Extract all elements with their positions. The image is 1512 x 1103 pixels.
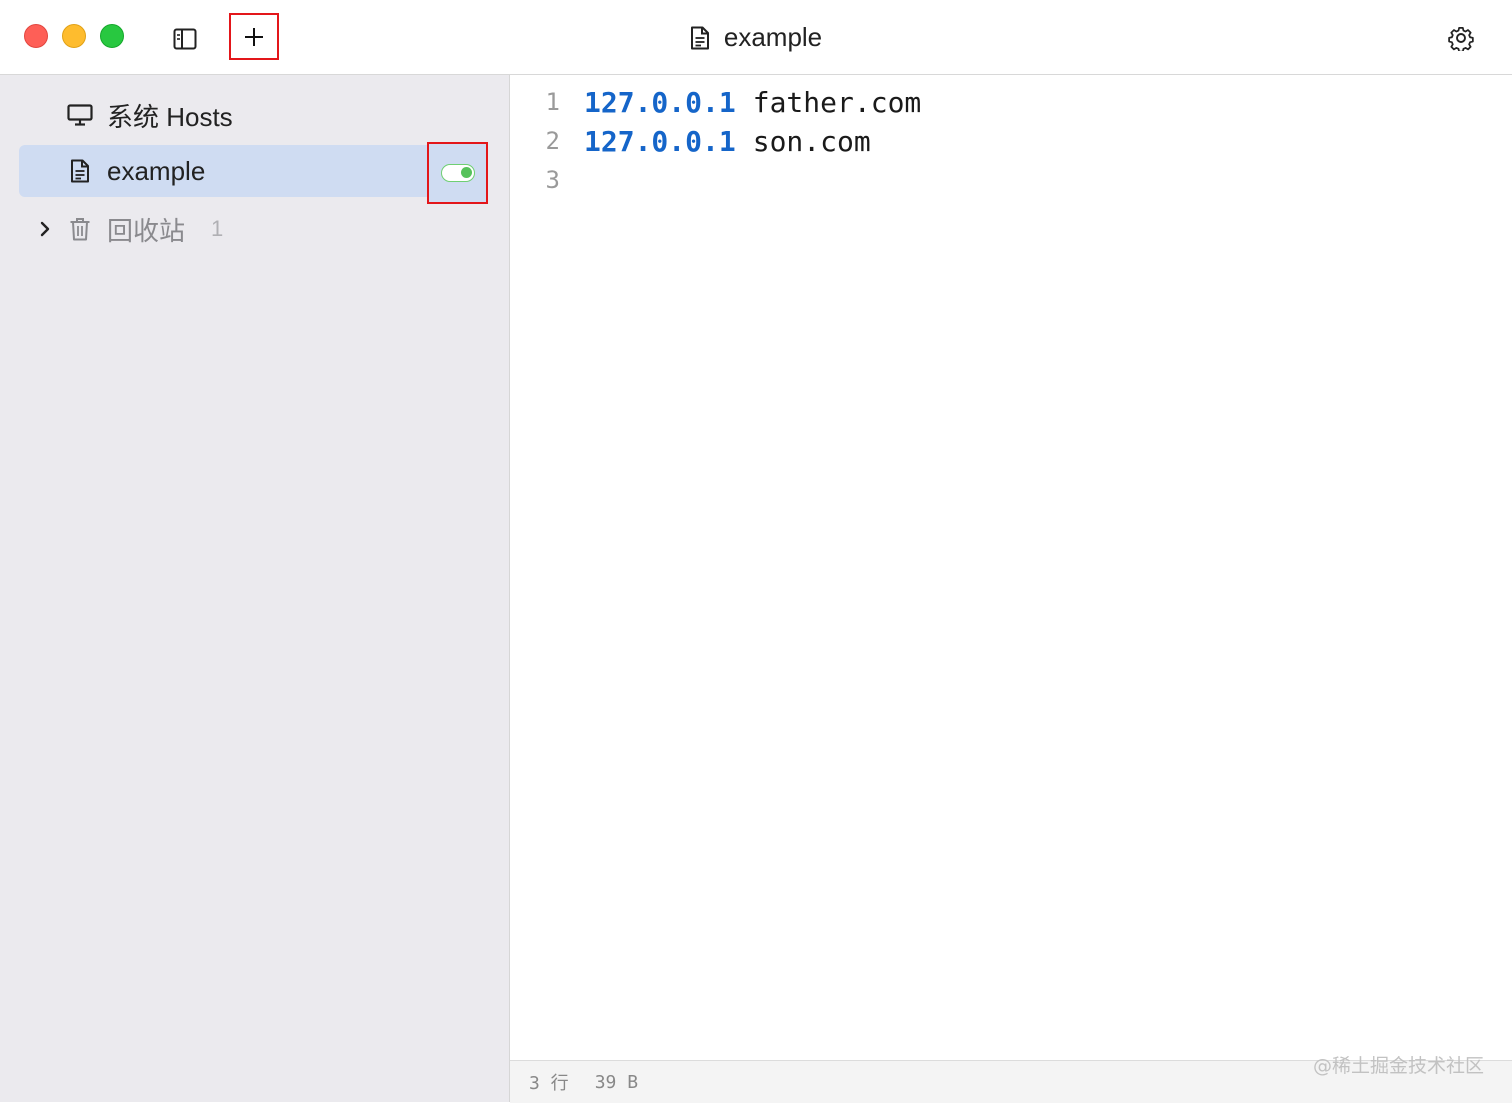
window-title-text: example [723,22,823,52]
settings-button[interactable] [1446,23,1476,53]
sidebar-item-example[interactable]: example [19,145,427,197]
sidebar-item-label: 回收站 [107,215,186,246]
line-number: 2 [545,127,560,155]
file-size: 39 B [594,1071,639,1093]
line-number: 3 [545,166,560,194]
document-icon [690,26,709,49]
enable-toggle[interactable] [440,164,475,182]
hostname: father.com [752,85,922,119]
watermark: @稀土掘金技术社区 [1312,1055,1484,1077]
sidebar-item-label: 系统 Hosts [107,101,233,132]
example-toggle-highlight [427,142,488,204]
monitor-icon [65,100,95,130]
ip-address: 127.0.0.1 [584,85,736,119]
gear-icon [1448,26,1474,51]
document-icon [65,156,95,186]
sidebar-item-trash[interactable]: 回收站 1 [19,203,427,255]
editor-line[interactable]: 1 127.0.0.1 father.com [510,82,922,122]
line-count: 3 行 [529,1073,569,1094]
line-number: 1 [545,88,560,116]
editor-line[interactable]: 3 [510,160,601,200]
sidebar: 系统 Hosts example 回收站 1 [0,75,510,1102]
title-bar: example [0,0,1512,75]
ip-address: 127.0.0.1 [584,124,736,158]
hosts-editor[interactable]: 1 127.0.0.1 father.com 2 127.0.0.1 son.c… [510,75,1512,1060]
editor-line[interactable]: 2 127.0.0.1 son.com [510,121,871,161]
hostname: son.com [752,124,871,158]
sidebar-item-system-hosts[interactable]: 系统 Hosts [19,89,427,141]
trash-count-badge: 1 [211,216,224,241]
window-title: example [0,22,1512,53]
chevron-right-icon[interactable] [35,214,55,244]
trash-icon [65,214,95,244]
sidebar-item-label: example [107,155,206,186]
toggle-knob [460,167,472,178]
